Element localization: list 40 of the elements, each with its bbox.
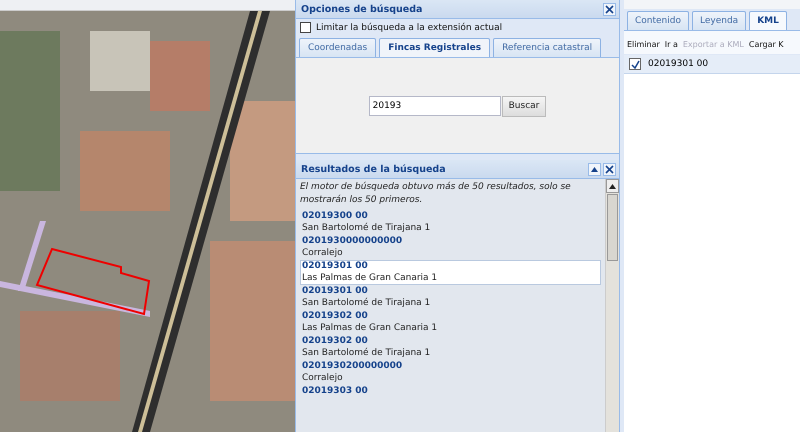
result-code: 0201930200000000 [302,361,404,372]
result-place: San Bartolomé de Tirajana 1 [302,348,432,359]
close-icon[interactable] [603,2,616,16]
scroll-up-icon[interactable] [609,184,616,188]
close-icon[interactable] [603,162,616,176]
search-tab[interactable]: Fincas Registrales [379,38,490,57]
scrollbar-thumb[interactable] [607,194,618,261]
result-code: 02019301 00 [302,261,369,272]
result-code: 02019302 00 [302,311,369,322]
panel-tab[interactable]: Contenido [627,11,689,30]
checkbox[interactable] [300,22,311,33]
search-button[interactable]: Buscar [502,96,546,116]
checkbox-label: Limitar la búsqueda a la extensión actual [316,22,502,32]
toolbar-button[interactable]: Cargar K [748,40,784,49]
collapse-icon[interactable] [588,162,601,176]
search-field[interactable]: 20193 [368,96,501,116]
kml-item-label: 02019301 00 [648,59,708,69]
search-tab[interactable]: Coordenadas [299,38,376,57]
panel-title: Resultados de la búsqueda [301,164,446,174]
toolbar-button[interactable]: Eliminar [627,40,660,49]
panel-title: Opciones de búsqueda [301,4,422,14]
result-code: 02019300 00 [302,211,369,222]
result-place: Corralejo [302,248,344,259]
result-code: 02019303 00 [302,386,369,398]
result-place: San Bartolomé de Tirajana 1 [302,222,432,234]
result-code: 02019302 00 [302,336,369,348]
result-place: Las Palmas de Gran Canaria 1 [302,322,438,334]
result-item[interactable]: 02019301 00 Las Palmas de Gran Canaria 1 [300,260,601,285]
result-place: Las Palmas de Gran Canaria 1 [302,272,438,284]
scrollbar[interactable] [605,179,619,432]
result-place: San Bartolomé de Tirajana 1 [302,298,432,309]
result-code: 0201930000000000 [302,236,404,248]
result-code: 02019301 00 [302,286,369,298]
results-notice: El motor de búsqueda obtuvo más de 50 resultados, solo se mostrarán los 50 primeros. [300,181,572,207]
panel-tab[interactable]: KML [749,11,787,30]
checkbox[interactable] [629,58,641,70]
search-tab[interactable]: Referencia catastral [493,38,602,57]
toolbar-button[interactable]: Ir a [664,40,678,49]
result-place: Corralejo [302,372,344,384]
panel-tab[interactable]: Leyenda [692,11,746,30]
